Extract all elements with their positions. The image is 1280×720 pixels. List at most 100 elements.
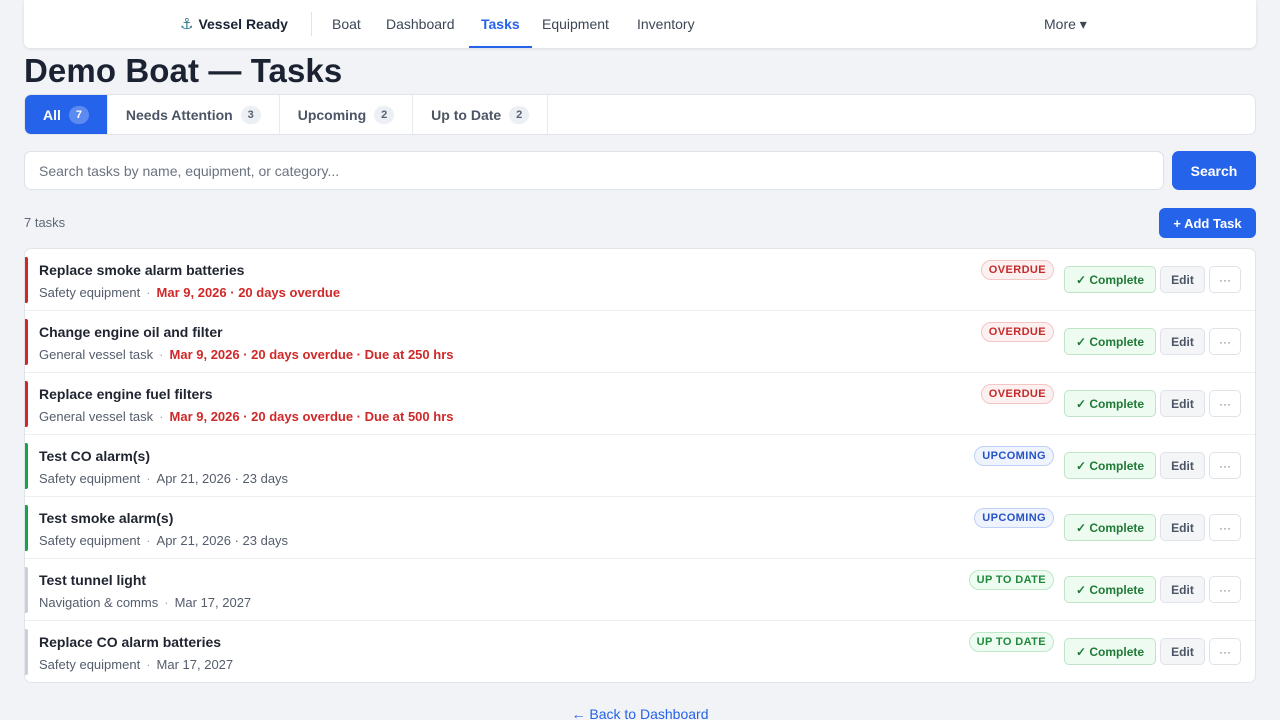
more-actions-button[interactable]: ··· xyxy=(1209,390,1241,417)
more-actions-button[interactable]: ··· xyxy=(1209,514,1241,541)
nav-link-equipment[interactable]: Equipment xyxy=(542,0,609,48)
task-row[interactable]: Replace CO alarm batteries Safety equipme… xyxy=(25,621,1255,682)
task-due: Mar 9, 2026 · 20 days overdue xyxy=(156,285,341,300)
more-actions-button[interactable]: ··· xyxy=(1209,638,1241,665)
meta-separator: · xyxy=(146,533,151,548)
complete-button[interactable]: ✓ Complete xyxy=(1064,514,1156,541)
edit-button[interactable]: Edit xyxy=(1160,576,1205,603)
brand-logo[interactable]: ⚓ Vessel Ready xyxy=(180,15,288,33)
edit-button[interactable]: Edit xyxy=(1160,266,1205,293)
status-badge: OVERDUE xyxy=(980,260,1054,280)
tab-count-badge: 2 xyxy=(509,105,530,124)
meta-separator: · xyxy=(146,657,151,672)
meta-separator: · xyxy=(159,347,164,362)
search-button[interactable]: Search xyxy=(1172,151,1256,190)
brand-name: Vessel Ready xyxy=(198,16,288,32)
status-badge: UPCOMING xyxy=(974,446,1054,466)
task-category: Safety equipment xyxy=(39,533,141,548)
task-meta: Safety equipment · Apr 21, 2026 · 23 days xyxy=(39,533,288,548)
back-to-dashboard-link[interactable]: ← Back to Dashboard xyxy=(0,706,1280,720)
status-badge: UP TO DATE xyxy=(968,570,1054,590)
meta-separator: · xyxy=(164,595,169,610)
page-title: Demo Boat — Tasks xyxy=(24,52,343,89)
anchor-icon: ⚓ xyxy=(180,16,194,33)
nav-link-boat[interactable]: Boat xyxy=(332,0,361,48)
task-name[interactable]: Replace smoke alarm batteries xyxy=(39,262,244,278)
status-indicator-bar xyxy=(25,629,28,675)
more-actions-button[interactable]: ··· xyxy=(1209,328,1241,355)
task-row[interactable]: Replace smoke alarm batteries Safety equi… xyxy=(25,249,1255,311)
nav-link-dashboard[interactable]: Dashboard xyxy=(386,0,455,48)
nav-divider xyxy=(311,12,312,36)
tab-upcoming[interactable]: Upcoming 2 xyxy=(280,95,414,134)
nav-link-inventory[interactable]: Inventory xyxy=(637,0,695,48)
tab-count-badge: 7 xyxy=(68,105,89,124)
status-indicator-bar xyxy=(25,319,28,365)
meta-separator: · xyxy=(146,285,151,300)
tab-label: Upcoming xyxy=(297,106,367,123)
task-list: Replace smoke alarm batteries Safety equi… xyxy=(24,248,1256,683)
edit-button[interactable]: Edit xyxy=(1160,514,1205,541)
task-name[interactable]: Test CO alarm(s) xyxy=(39,448,150,464)
complete-button[interactable]: ✓ Complete xyxy=(1064,638,1156,665)
task-row[interactable]: Test tunnel light Navigation & comms · Mar … xyxy=(25,559,1255,621)
complete-button[interactable]: ✓ Complete xyxy=(1064,452,1156,479)
edit-button[interactable]: Edit xyxy=(1160,390,1205,417)
task-meta: General vessel task · Mar 9, 2026 · 20 day… xyxy=(39,347,453,362)
task-name[interactable]: Test tunnel light xyxy=(39,572,146,588)
more-actions-button[interactable]: ··· xyxy=(1209,576,1241,603)
task-name[interactable]: Test smoke alarm(s) xyxy=(39,510,173,526)
edit-button[interactable]: Edit xyxy=(1160,328,1205,355)
add-task-button[interactable]: + Add Task xyxy=(1159,208,1256,238)
complete-button[interactable]: ✓ Complete xyxy=(1064,390,1156,417)
tab-up-to-date[interactable]: Up to Date 2 xyxy=(413,95,549,134)
status-indicator-bar xyxy=(25,257,28,303)
more-actions-button[interactable]: ··· xyxy=(1209,452,1241,479)
tab-count-badge: 3 xyxy=(240,105,261,124)
meta-separator: · xyxy=(146,471,151,486)
task-row[interactable]: Replace engine fuel filters General vesse… xyxy=(25,373,1255,435)
status-indicator-bar xyxy=(25,443,28,489)
tab-all[interactable]: All 7 xyxy=(25,95,108,134)
task-name[interactable]: Replace engine fuel filters xyxy=(39,386,213,402)
search-input[interactable] xyxy=(24,151,1164,190)
task-meta: General vessel task · Mar 9, 2026 · 20 day… xyxy=(39,409,453,424)
task-due: Apr 21, 2026 · 23 days xyxy=(156,471,289,486)
status-badge: OVERDUE xyxy=(980,384,1054,404)
status-badge: OVERDUE xyxy=(980,322,1054,342)
status-indicator-bar xyxy=(25,381,28,427)
task-due: Apr 21, 2026 · 23 days xyxy=(156,533,289,548)
edit-button[interactable]: Edit xyxy=(1160,638,1205,665)
task-meta: Safety equipment · Mar 9, 2026 · 20 days o… xyxy=(39,285,340,300)
task-name[interactable]: Replace CO alarm batteries xyxy=(39,634,221,650)
task-category: General vessel task xyxy=(39,347,154,362)
tab-label: All xyxy=(43,106,61,123)
meta-separator: · xyxy=(159,409,164,424)
tab-label: Needs Attention xyxy=(125,106,233,123)
task-category: Safety equipment xyxy=(39,657,141,672)
task-row[interactable]: Test smoke alarm(s) Safety equipment · Apr … xyxy=(25,497,1255,559)
task-row[interactable]: Change engine oil and filter General vess… xyxy=(25,311,1255,373)
nav-more-menu[interactable]: More ▾ xyxy=(1044,0,1087,48)
task-name[interactable]: Change engine oil and filter xyxy=(39,324,223,340)
tab-needs-attention[interactable]: Needs Attention 3 xyxy=(108,95,280,134)
more-actions-button[interactable]: ··· xyxy=(1209,266,1241,293)
edit-button[interactable]: Edit xyxy=(1160,452,1205,479)
tab-label: Up to Date xyxy=(431,106,502,123)
task-row[interactable]: Test CO alarm(s) Safety equipment · Apr 21,… xyxy=(25,435,1255,497)
task-category: Safety equipment xyxy=(39,471,141,486)
top-nav: ⚓ Vessel Ready Boat Dashboard Tasks Equi… xyxy=(24,0,1256,48)
task-due: Mar 9, 2026 · 20 days overdue · Due at 5… xyxy=(169,409,454,424)
task-meta: Safety equipment · Apr 21, 2026 · 23 days xyxy=(39,471,288,486)
status-indicator-bar xyxy=(25,567,28,613)
task-count: 7 tasks xyxy=(24,215,66,230)
task-category: Navigation & comms xyxy=(39,595,159,610)
nav-link-tasks[interactable]: Tasks xyxy=(469,0,532,48)
task-meta: Navigation & comms · Mar 17, 2027 xyxy=(39,595,251,610)
task-category: Safety equipment xyxy=(39,285,141,300)
status-badge: UPCOMING xyxy=(974,508,1054,528)
complete-button[interactable]: ✓ Complete xyxy=(1064,328,1156,355)
complete-button[interactable]: ✓ Complete xyxy=(1064,266,1156,293)
task-category: General vessel task xyxy=(39,409,154,424)
complete-button[interactable]: ✓ Complete xyxy=(1064,576,1156,603)
